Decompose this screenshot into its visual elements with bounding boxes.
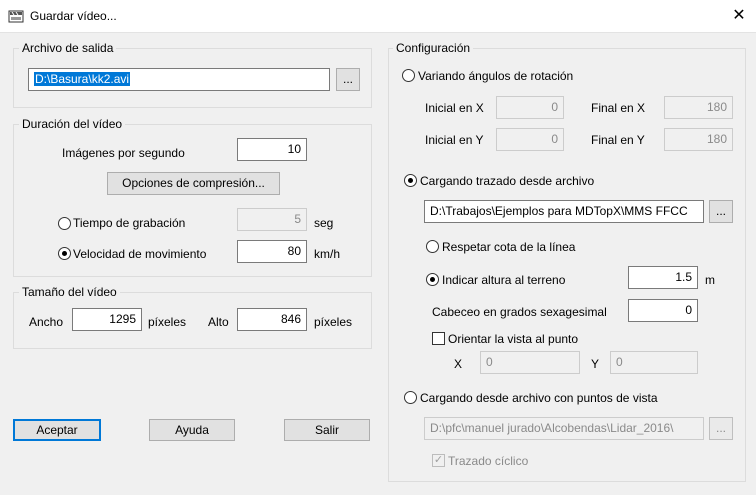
start-x-label: Inicial en X bbox=[425, 101, 484, 115]
window-title: Guardar vídeo... bbox=[30, 9, 117, 23]
respect-elevation-radio[interactable] bbox=[426, 240, 439, 253]
viewpoints-file-label: Cargando desde archivo con puntos de vis… bbox=[420, 391, 658, 405]
close-icon[interactable]: ✕ bbox=[728, 5, 750, 27]
width-label: Ancho bbox=[29, 315, 64, 329]
recording-time-input: 5 bbox=[237, 208, 307, 231]
config-legend: Configuración bbox=[393, 41, 474, 55]
output-file-legend: Archivo de salida bbox=[19, 41, 117, 55]
speed-unit: km/h bbox=[314, 247, 341, 261]
accept-button[interactable]: Aceptar bbox=[13, 419, 101, 441]
speed-radio[interactable] bbox=[58, 247, 71, 260]
cyclic-track-checkbox: ✓ bbox=[432, 454, 445, 467]
exit-button[interactable]: Salir bbox=[284, 419, 370, 441]
compression-options-button[interactable]: Opciones de compresión... bbox=[107, 172, 280, 195]
end-y-label: Final en Y bbox=[591, 133, 645, 147]
track-browse-button[interactable]: ... bbox=[709, 200, 733, 223]
output-browse-button[interactable]: ... bbox=[336, 68, 360, 91]
terrain-height-label: Indicar altura al terreno bbox=[442, 273, 566, 287]
recording-time-unit: seg bbox=[314, 216, 334, 230]
terrain-height-radio[interactable] bbox=[426, 273, 439, 286]
rotation-angles-label: Variando ángulos de rotación bbox=[418, 69, 574, 83]
terrain-height-input[interactable]: 1.5 bbox=[628, 266, 698, 289]
end-y-input: 180 bbox=[664, 128, 733, 151]
size-legend: Tamaño del vídeo bbox=[19, 285, 120, 299]
recording-time-radio[interactable] bbox=[58, 217, 71, 230]
width-input[interactable]: 1295 bbox=[72, 308, 142, 331]
terrain-height-unit: m bbox=[705, 273, 715, 287]
orient-point-checkbox[interactable] bbox=[432, 332, 445, 345]
output-path-field[interactable]: D:\Basura\kk2.avi bbox=[28, 68, 330, 91]
track-file-label: Cargando trazado desde archivo bbox=[420, 174, 595, 188]
help-button[interactable]: Ayuda bbox=[149, 419, 235, 441]
output-path-text: D:\Basura\kk2.avi bbox=[34, 72, 131, 86]
orient-point-label: Orientar la vista al punto bbox=[448, 332, 579, 346]
point-x-label: X bbox=[454, 357, 463, 371]
track-path-input[interactable]: D:\Trabajos\Ejemplos para MDTopX\MMS FFC… bbox=[424, 200, 704, 223]
start-y-input: 0 bbox=[496, 128, 564, 151]
rotation-angles-radio[interactable] bbox=[402, 69, 415, 82]
speed-input[interactable]: 80 bbox=[237, 240, 307, 263]
start-x-input: 0 bbox=[496, 96, 564, 119]
point-y-input: 0 bbox=[610, 351, 698, 374]
fps-label: Imágenes por segundo bbox=[62, 146, 185, 160]
width-unit: píxeles bbox=[148, 315, 187, 329]
viewpoints-browse-button: ... bbox=[709, 417, 733, 440]
track-file-radio[interactable] bbox=[404, 174, 417, 187]
title-bar: Guardar vídeo... ✕ bbox=[0, 0, 756, 33]
end-x-input: 180 bbox=[664, 96, 733, 119]
point-x-input: 0 bbox=[480, 351, 580, 374]
check-mark-icon: ✓ bbox=[433, 454, 444, 466]
duration-legend: Duración del vídeo bbox=[19, 117, 126, 131]
cyclic-track-label: Trazado cíclico bbox=[448, 454, 529, 468]
height-label: Alto bbox=[208, 315, 229, 329]
pitch-label: Cabeceo en grados sexagesimal bbox=[432, 305, 607, 319]
point-y-label: Y bbox=[591, 357, 600, 371]
pitch-input[interactable]: 0 bbox=[628, 299, 698, 322]
viewpoints-path-input: D:\pfc\manuel jurado\Alcobendas\Lidar_20… bbox=[424, 417, 704, 440]
fps-input[interactable]: 10 bbox=[237, 138, 307, 161]
recording-time-label: Tiempo de grabación bbox=[73, 216, 186, 230]
viewpoints-file-radio[interactable] bbox=[404, 391, 417, 404]
speed-label: Velocidad de movimiento bbox=[73, 247, 207, 261]
respect-elevation-label: Respetar cota de la línea bbox=[442, 240, 576, 254]
height-unit: píxeles bbox=[314, 315, 353, 329]
end-x-label: Final en X bbox=[591, 101, 646, 115]
height-input[interactable]: 846 bbox=[237, 308, 307, 331]
start-y-label: Inicial en Y bbox=[425, 133, 484, 147]
video-camera-icon bbox=[8, 10, 24, 23]
